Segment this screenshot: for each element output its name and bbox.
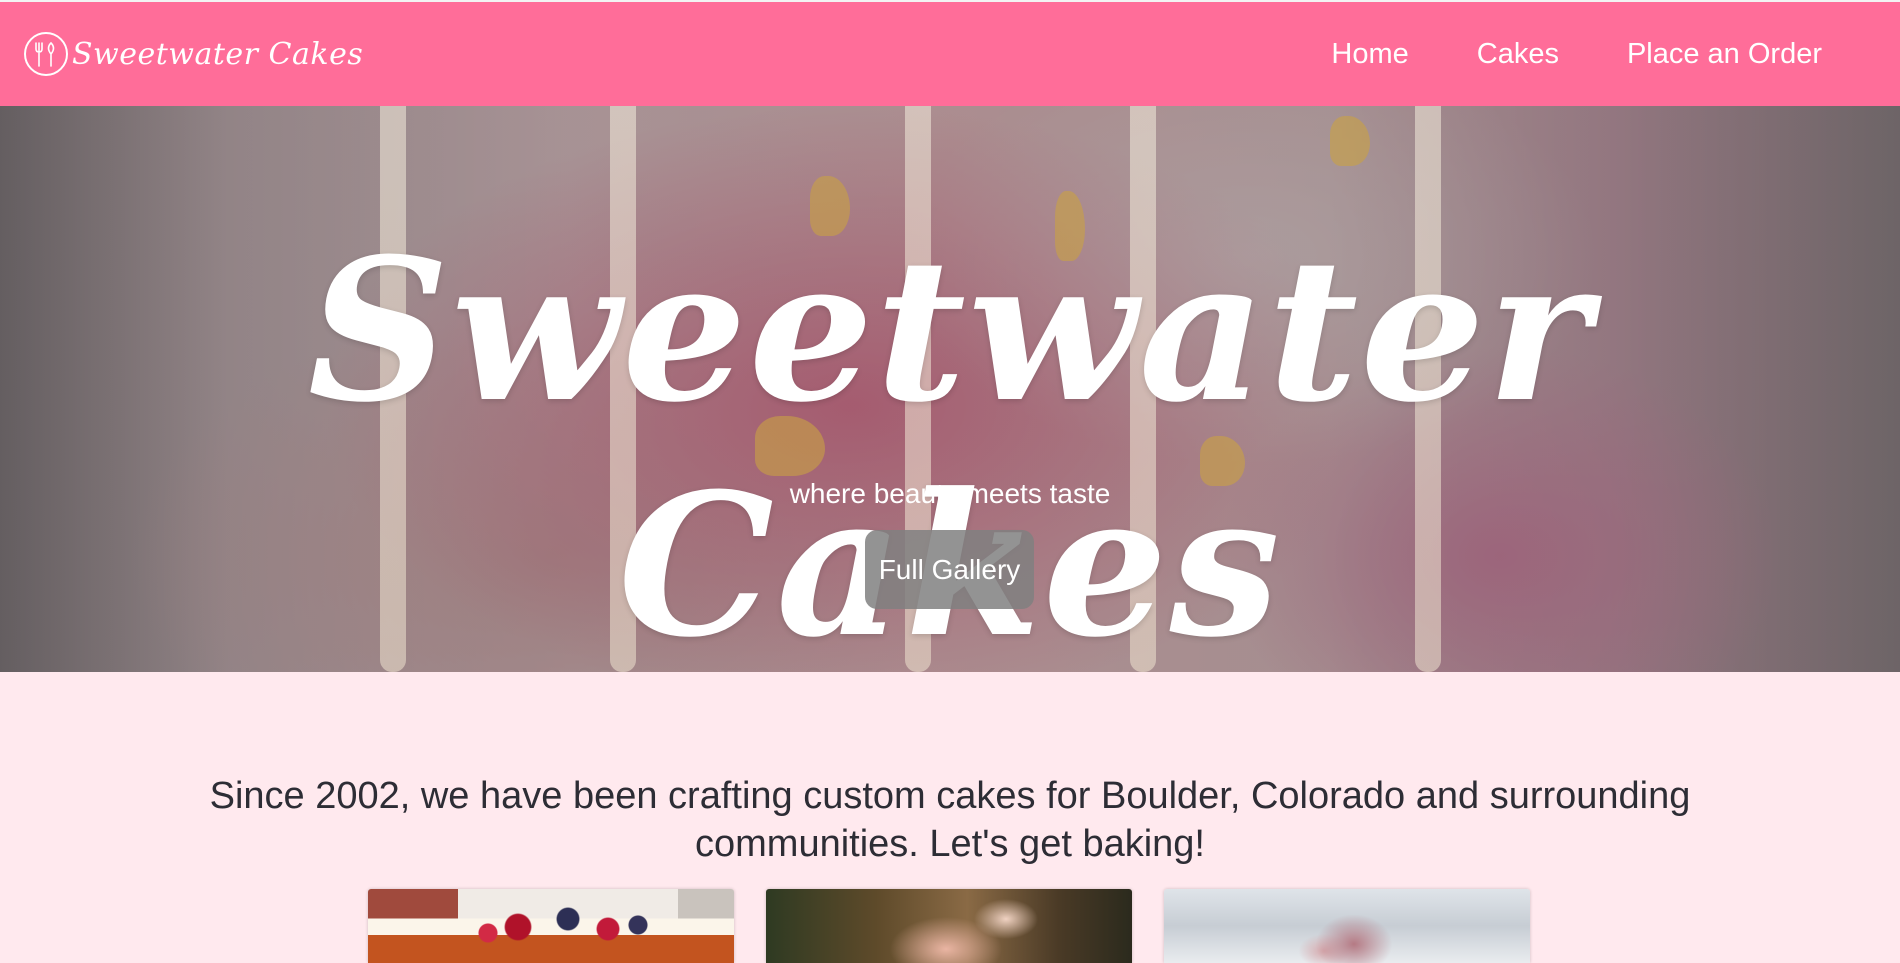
utensils-icon: [24, 32, 68, 76]
nav-link-home[interactable]: Home: [1331, 38, 1408, 71]
full-gallery-button[interactable]: Full Gallery: [865, 530, 1034, 609]
hero-subtitle: where beauty meets taste: [789, 478, 1111, 509]
hero-banner: Sweetwater Cakes where beauty meets tast…: [0, 106, 1900, 672]
brand-name: Sweetwater Cakes: [72, 36, 364, 72]
hero-background-decoration: [1330, 116, 1370, 166]
brand-link[interactable]: Sweetwater Cakes: [24, 32, 363, 76]
top-navbar: Sweetwater Cakes Home Cakes Place an Ord…: [0, 0, 1900, 106]
nav-link-place-order[interactable]: Place an Order: [1627, 38, 1822, 71]
cake-card-white[interactable]: [1164, 889, 1530, 963]
nav-link-cakes[interactable]: Cakes: [1477, 38, 1559, 71]
intro-text: Since 2002, we have been crafting custom…: [209, 775, 1691, 865]
cake-card-berry[interactable]: [368, 889, 734, 963]
cake-card-rose[interactable]: [766, 889, 1132, 963]
main-nav: Home Cakes Place an Order: [1331, 38, 1822, 71]
